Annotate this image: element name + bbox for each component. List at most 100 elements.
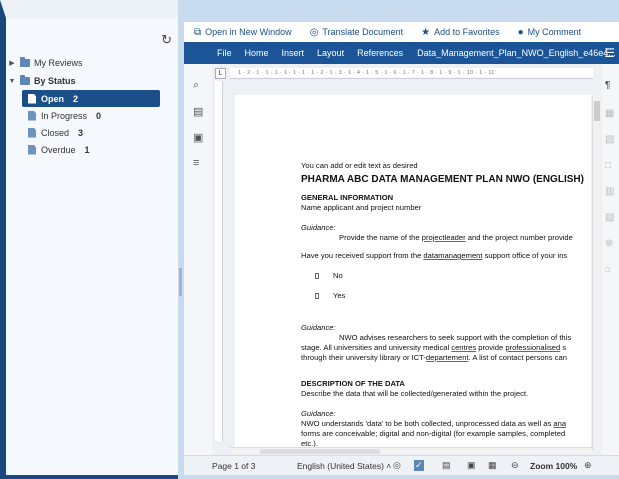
tab-stop-selector[interactable]: L	[215, 68, 226, 79]
checkbox-icon[interactable]	[315, 293, 319, 299]
add-to-favorites-button[interactable]: ★ Add to Favorites	[421, 27, 500, 38]
search-icon[interactable]: ⌕	[193, 79, 199, 92]
status-item-count: 3	[78, 127, 84, 138]
zoom-out-icon[interactable]: ⊖	[511, 460, 519, 471]
status-item-in-progress[interactable]: In Progress 0	[22, 107, 168, 124]
section-text: Describe the data that will be collected…	[301, 389, 529, 398]
document-icon	[28, 93, 36, 104]
text-art-icon[interactable]: ⊕	[605, 238, 613, 249]
horizontal-scrollbar[interactable]	[230, 447, 592, 454]
guidance-text: NWO advises researchers to seek support …	[339, 333, 572, 342]
guidance-text: NWO understands 'data' to be both collec…	[301, 419, 567, 428]
vertical-ruler[interactable]	[215, 81, 223, 441]
document-heading: PHARMA ABC DATA MANAGEMENT PLAN NWO (ENG…	[301, 174, 584, 185]
tree-item-label: By Status	[34, 76, 76, 86]
chart-icon[interactable]: ▥	[605, 186, 614, 197]
intro-line: You can add or edit text as desired	[301, 161, 418, 170]
chevron-right-icon[interactable]: ▶	[8, 59, 16, 67]
image-icon[interactable]: ▧	[605, 134, 614, 145]
document-content[interactable]: You can add or edit text as desired PHAR…	[301, 161, 591, 449]
navigation-icon[interactable]: ≡	[193, 157, 199, 169]
page-indicator: Page 1 of 3	[212, 460, 256, 471]
checkbox-icon[interactable]	[315, 273, 319, 279]
comment-icon[interactable]: ▤	[193, 105, 203, 118]
folder-icon	[20, 57, 30, 67]
review-sidebar: ↻ ▶ My Reviews ▼ By Status Open 2 In Pro…	[0, 0, 178, 479]
track-changes-icon[interactable]: ▤	[442, 460, 451, 471]
hamburger-menu-icon[interactable]: ☰	[604, 46, 615, 60]
question-text: Have you received support from the datam…	[301, 251, 568, 260]
section-heading: DESCRIPTION OF THE DATA	[301, 379, 405, 388]
right-tool-strip: ¶ ▦ ▧ □ ▥ ▨ ⊕ ⌂	[602, 64, 619, 455]
folder-open-icon	[20, 75, 30, 85]
review-tree: ▶ My Reviews ▼ By Status Open 2 In Progr…	[8, 54, 168, 158]
status-item-closed[interactable]: Closed 3	[22, 124, 168, 141]
status-item-overdue[interactable]: Overdue 1	[22, 141, 168, 158]
spellcheck-icon[interactable]: ✓	[414, 460, 424, 471]
status-item-label: Closed	[41, 127, 70, 138]
scroll-thumb[interactable]	[594, 101, 600, 121]
option-yes[interactable]: Yes	[301, 291, 591, 301]
print-layout-icon[interactable]: ▣	[467, 460, 476, 471]
zoom-in-icon[interactable]: ⊕	[584, 460, 592, 471]
editor-area: ⌕ ▤ ▣ ≡ L 1 · 2 · 1 · 1 · 1 · 1 · 1 · 1 …	[184, 64, 619, 455]
menu-file[interactable]: File	[217, 48, 232, 58]
star-icon: ★	[421, 26, 431, 38]
tree-item-by-status[interactable]: ▼ By Status	[8, 72, 168, 90]
translate-document-button[interactable]: ◎ Translate Document	[310, 27, 403, 38]
open-new-window-label: Open in New Window	[205, 27, 292, 37]
menu-home[interactable]: Home	[245, 48, 269, 58]
panel-splitter[interactable]	[179, 268, 182, 296]
menu-references[interactable]: References	[357, 48, 403, 58]
tree-item-label: My Reviews	[34, 58, 83, 68]
status-item-label: Open	[41, 93, 65, 104]
zoom-level[interactable]: Zoom 100%	[530, 461, 577, 471]
globe-icon[interactable]: ◎	[393, 460, 401, 471]
open-new-window-button[interactable]: ⧉ Open in New Window	[194, 27, 292, 38]
tree-item-my-reviews[interactable]: ▶ My Reviews	[8, 54, 168, 72]
left-tool-strip: ⌕ ▤ ▣ ≡	[184, 64, 212, 455]
guidance-text: Provide the name of the projectleader an…	[339, 233, 573, 242]
status-item-label: In Progress	[41, 110, 88, 121]
chevron-down-icon[interactable]: ▼	[8, 78, 16, 85]
language-selector[interactable]: English (United States) ˄	[297, 461, 391, 471]
web-layout-icon[interactable]: ▦	[488, 460, 497, 471]
vertical-scrollbar[interactable]	[592, 95, 600, 450]
document-page[interactable]: You can add or edit text as desired PHAR…	[235, 95, 591, 450]
horizontal-ruler[interactable]: 1 · 2 · 1 · 1 · 1 · 1 · 1 · 1 · 1 · 2 · …	[230, 68, 593, 79]
paragraph-icon[interactable]: ¶	[605, 80, 610, 91]
guidance-label: Guidance:	[301, 223, 336, 232]
header-footer-icon[interactable]: ▨	[605, 212, 614, 223]
guidance-label: Guidance:	[301, 323, 336, 332]
comments-list-icon[interactable]: ▣	[193, 131, 203, 144]
guidance-text: through their university library or ICT-…	[301, 353, 567, 362]
table-icon[interactable]: ▦	[605, 108, 614, 119]
document-toolbar: ⧉ Open in New Window ◎ Translate Documen…	[184, 22, 619, 42]
refresh-icon[interactable]: ↻	[161, 32, 172, 48]
editor-menu-bar: File Home Insert Layout References Data_…	[184, 42, 619, 64]
shape-icon[interactable]: □	[605, 160, 611, 171]
menu-insert[interactable]: Insert	[282, 48, 305, 58]
my-comment-button[interactable]: ● My Comment	[518, 27, 582, 38]
scroll-thumb[interactable]	[260, 449, 380, 454]
my-comment-label: My Comment	[527, 27, 582, 37]
new-window-icon: ⧉	[194, 26, 202, 38]
guidance-text: stage. All universities and university m…	[301, 343, 567, 352]
status-item-open[interactable]: Open 2	[22, 90, 160, 107]
section-text: Name applicant and project number	[301, 203, 422, 212]
document-icon	[28, 144, 36, 155]
document-title: Data_Management_Plan_NWO_English_e46e4..…	[417, 48, 616, 58]
status-item-label: Overdue	[41, 144, 76, 155]
comment-icon: ●	[517, 26, 524, 38]
status-item-count: 1	[84, 144, 90, 155]
document-icon	[28, 110, 36, 121]
status-item-count: 2	[73, 93, 79, 104]
option-no[interactable]: No	[301, 271, 591, 281]
guidance-label: Guidance:	[301, 409, 336, 418]
guidance-text: forms are conceivable; digital and non-d…	[301, 429, 566, 438]
menu-layout[interactable]: Layout	[317, 48, 344, 58]
add-favorites-label: Add to Favorites	[434, 27, 500, 37]
signature-icon[interactable]: ⌂	[605, 264, 611, 275]
section-heading: GENERAL INFORMATION	[301, 193, 394, 202]
status-item-count: 0	[96, 110, 102, 121]
